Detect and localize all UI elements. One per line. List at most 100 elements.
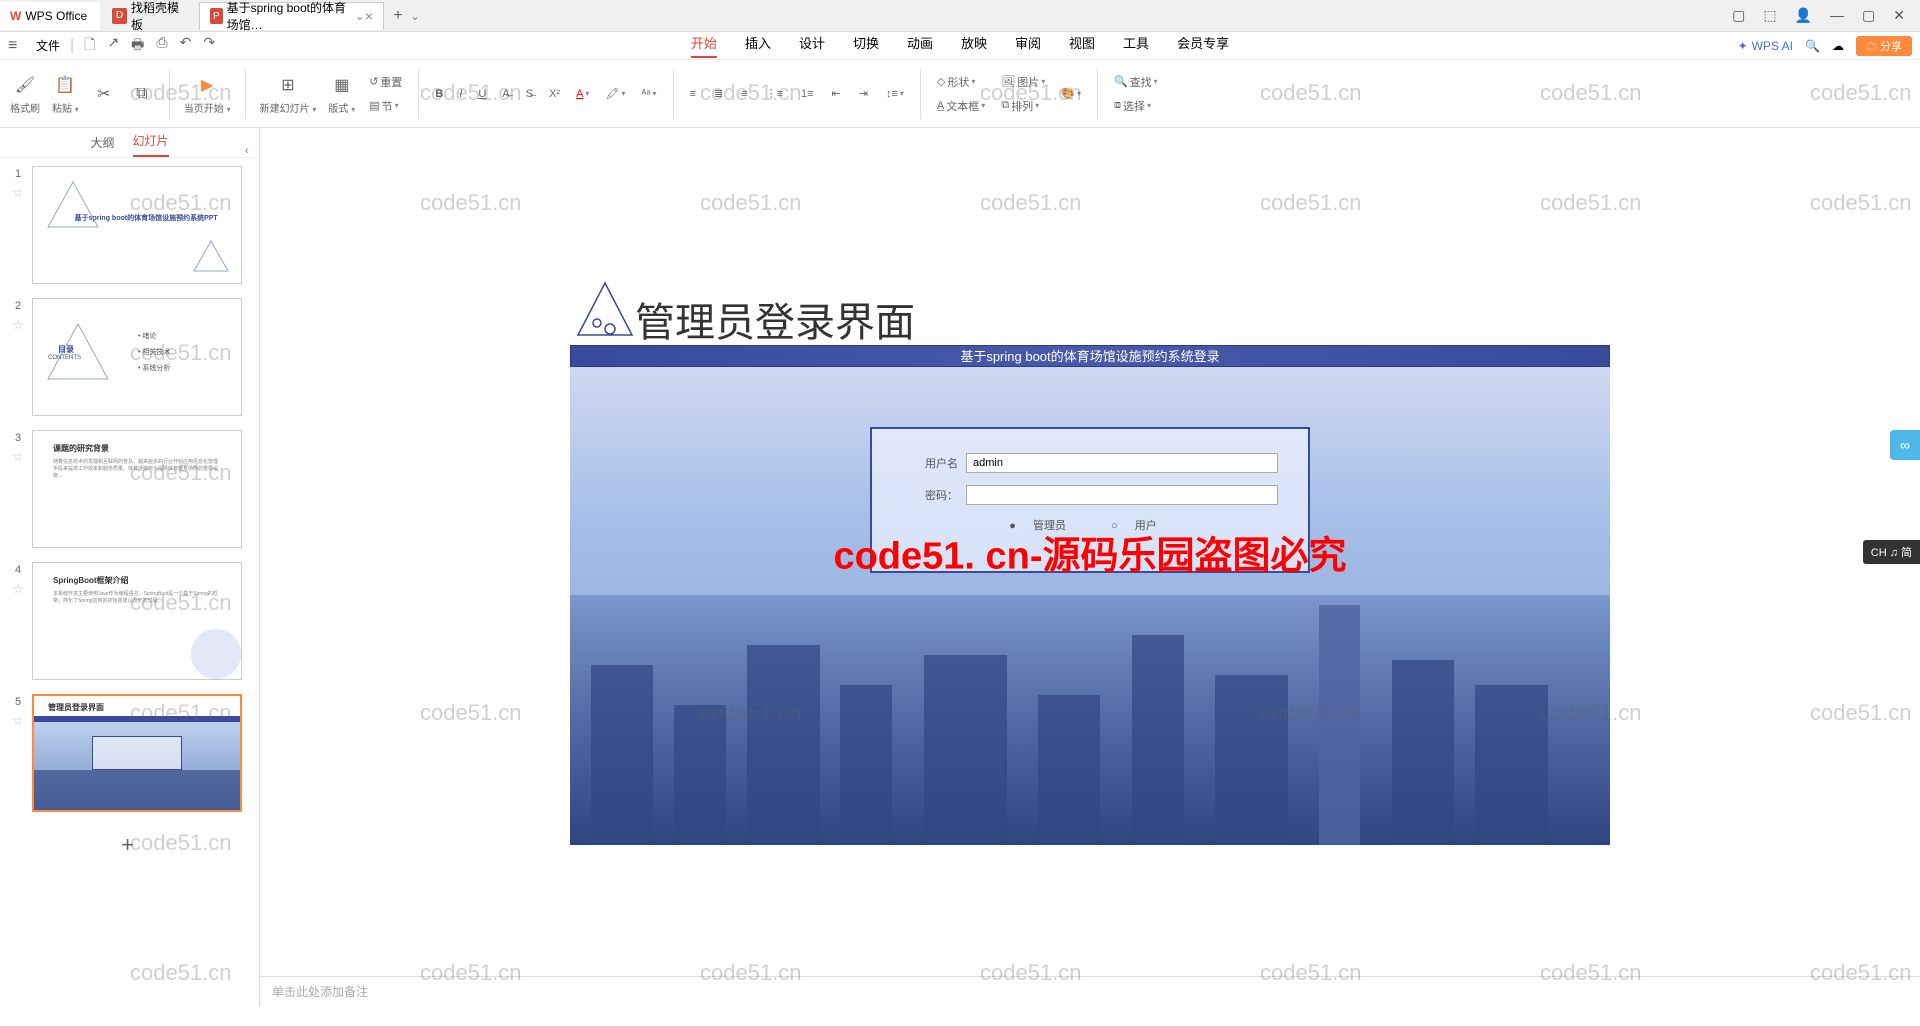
new-slide-button[interactable]: ⊞新建幻灯片 ▾	[258, 72, 319, 115]
thumbnail[interactable]: 基于spring boot的体育场馆设施预约系统PPT	[32, 166, 242, 284]
ai-assistant-badge[interactable]: ∞	[1890, 430, 1920, 460]
align-left-button[interactable]: ≡	[686, 85, 700, 102]
layout-icon[interactable]: ▢	[1732, 7, 1745, 24]
ime-indicator[interactable]: CH ♫ 简	[1863, 540, 1920, 564]
search-icon[interactable]: 🔍	[1805, 39, 1820, 53]
star-icon[interactable]: ☆	[13, 186, 24, 200]
minimize-icon[interactable]: —	[1830, 7, 1844, 24]
indent-left-button[interactable]: ⇤	[828, 85, 845, 102]
shape-button[interactable]: ◇ 形状 ▾	[933, 72, 989, 92]
thumb-row-1[interactable]: 1☆ 基于spring boot的体育场馆设施预约系统PPT	[4, 166, 251, 284]
find-button[interactable]: 🔍 查找 ▾	[1110, 72, 1162, 92]
qat-open-icon[interactable]: 🗋	[84, 34, 95, 58]
thumbnail-active[interactable]: 管理员登录界面	[32, 694, 242, 812]
highlight-button[interactable]: 🖍▾	[601, 85, 629, 102]
tab-label: WPS Office	[25, 9, 87, 23]
qat-print-icon[interactable]: 🖶	[131, 34, 144, 58]
slide-banner: 基于spring boot的体育场馆设施预约系统登录	[570, 345, 1610, 367]
font-color-button[interactable]: A▾	[572, 85, 593, 102]
align-center-button[interactable]: ≣	[710, 85, 727, 102]
thumbnail-list[interactable]: 1☆ 基于spring boot的体育场馆设施预约系统PPT 2☆ 目录 CON…	[0, 158, 259, 1006]
strikethrough-button[interactable]: S̶	[522, 85, 537, 102]
thumb-row-2[interactable]: 2☆ 目录 CONTENTS • 绪论 • 相关技术 • 系统分析	[4, 298, 251, 416]
paste-button[interactable]: 📋粘贴 ▾	[50, 72, 81, 115]
tab-dropdown-icon[interactable]: ⌄	[355, 9, 365, 23]
select-button[interactable]: ⧈ 选择 ▾	[1110, 96, 1162, 116]
bold-button[interactable]: B	[431, 85, 447, 102]
triangle-decoration-icon	[570, 275, 640, 350]
ribbon-tab-animation[interactable]: 动画	[907, 33, 933, 58]
ribbon-tab-view[interactable]: 视图	[1069, 33, 1095, 58]
ribbon-tab-slideshow[interactable]: 放映	[961, 33, 987, 58]
copy-button[interactable]: ⧉	[127, 81, 157, 107]
file-menu[interactable]: 文件	[26, 37, 70, 54]
reset-button[interactable]: ↺ 重置	[365, 72, 406, 92]
tab-document[interactable]: P 基于spring boot的体育场馆… ⌄ ×	[199, 2, 384, 30]
username-input[interactable]	[966, 453, 1278, 473]
ribbon-tab-home[interactable]: 开始	[691, 33, 717, 58]
italic-button[interactable]: I	[455, 85, 466, 102]
tab-dropdown-icon[interactable]: ⌄	[410, 9, 420, 23]
slide-title[interactable]: 管理员登录界面	[635, 290, 915, 348]
close-icon[interactable]: ✕	[1893, 7, 1905, 24]
ribbon-tab-insert[interactable]: 插入	[745, 33, 771, 58]
star-icon[interactable]: ☆	[13, 450, 24, 464]
ribbon-tab-transition[interactable]: 切换	[853, 33, 879, 58]
ribbon-tab-review[interactable]: 审阅	[1015, 33, 1041, 58]
numbering-button[interactable]: 1≡	[797, 85, 818, 102]
play-from-current-button[interactable]: ▶当页开始 ▾	[182, 72, 233, 115]
layout-button[interactable]: ▦版式 ▾	[326, 72, 357, 115]
thumbnail[interactable]: 目录 CONTENTS • 绪论 • 相关技术 • 系统分析	[32, 298, 242, 416]
wps-ai-button[interactable]: ✦WPS AI	[1738, 39, 1793, 53]
thumb-row-3[interactable]: 3☆ 课题的研究背景 随着信息技术的发展和互联网的普及，越来越多的行业开始应用信…	[4, 430, 251, 548]
hamburger-icon[interactable]: ≡	[8, 37, 26, 55]
share-button[interactable]: ☁ 分享	[1856, 36, 1912, 56]
panel-tab-outline[interactable]: 大纲	[90, 134, 114, 157]
underline-button[interactable]: U	[474, 85, 490, 102]
textbox-button[interactable]: A̲ 文本框 ▾	[933, 96, 989, 116]
qat-export-icon[interactable]: ↗	[107, 34, 119, 58]
picture-button[interactable]: 🖼 图片 ▾	[997, 72, 1049, 92]
tab-close-icon[interactable]: ×	[365, 8, 373, 24]
section-button[interactable]: ▤ 节 ▾	[365, 96, 406, 116]
slide-panel: 大纲 幻灯片 ‹ 1☆ 基于spring boot的体育场馆设施预约系统PPT …	[0, 128, 260, 1006]
thumb-row-4[interactable]: 4☆ SpringBoot框架介绍 本系统开发主要使用Java作为编程语言，Sp…	[4, 562, 251, 680]
maximize-icon[interactable]: ▢	[1862, 7, 1875, 24]
indent-right-button[interactable]: ⇥	[855, 85, 872, 102]
thumb-row-5[interactable]: 5☆ 管理员登录界面	[4, 694, 251, 812]
user-icon[interactable]: 👤	[1795, 7, 1812, 24]
ribbon-toolbar: 🖌格式刷 📋粘贴 ▾ ✂ ⧉ ▶当页开始 ▾ ⊞新建幻灯片 ▾ ▦版式 ▾ ↺ …	[0, 60, 1920, 128]
ribbon-tab-design[interactable]: 设计	[799, 33, 825, 58]
star-icon[interactable]: ☆	[13, 714, 24, 728]
thumbnail[interactable]: 课题的研究背景 随着信息技术的发展和互联网的普及，越来越多的行业开始应用信息化管…	[32, 430, 242, 548]
panel-collapse-icon[interactable]: ‹	[245, 143, 249, 157]
thumbnail[interactable]: SpringBoot框架介绍 本系统开发主要使用Java作为编程语言，Sprin…	[32, 562, 242, 680]
qat-undo-icon[interactable]: ↶	[180, 34, 192, 58]
cube-icon[interactable]: ⬚	[1763, 7, 1776, 24]
ribbon-tab-tools[interactable]: 工具	[1123, 33, 1149, 58]
qat-redo-icon[interactable]: ↷	[203, 34, 215, 58]
bullets-button[interactable]: ⋮≡	[762, 85, 787, 102]
fill-button[interactable]: 🎨▾	[1057, 85, 1085, 102]
password-input[interactable]	[966, 485, 1278, 505]
canvas-wrap[interactable]: 管理员登录界面 基于spring boot的体育场馆设施预约系统登录	[260, 128, 1920, 976]
tab-wps-home[interactable]: W WPS Office	[0, 2, 100, 30]
cloud-sync-icon[interactable]: ☁	[1832, 39, 1844, 53]
new-tab-button[interactable]: +	[386, 7, 410, 25]
line-spacing-button[interactable]: ↕≡▾	[882, 85, 908, 102]
ribbon-tab-member[interactable]: 会员专享	[1177, 33, 1229, 58]
strike-button[interactable]: A̶	[498, 85, 513, 102]
superscript-button[interactable]: X²	[545, 85, 564, 102]
add-slide-button[interactable]: +	[4, 826, 251, 864]
cut-button[interactable]: ✂	[89, 81, 119, 107]
tab-template[interactable]: D 找稻壳模板	[102, 2, 197, 30]
qat-preview-icon[interactable]: ⎙	[156, 34, 167, 58]
clear-format-button[interactable]: ᴬᵃ▾	[637, 85, 660, 102]
align-right-button[interactable]: ≡	[737, 85, 751, 102]
panel-tab-slides[interactable]: 幻灯片	[133, 132, 169, 157]
star-icon[interactable]: ☆	[13, 582, 24, 596]
format-painter-button[interactable]: 🖌格式刷	[8, 72, 42, 115]
arrange-button[interactable]: ⧉ 排列 ▾	[997, 96, 1049, 116]
notes-placeholder[interactable]: 单击此处添加备注	[260, 976, 1920, 1006]
star-icon[interactable]: ☆	[13, 318, 24, 332]
